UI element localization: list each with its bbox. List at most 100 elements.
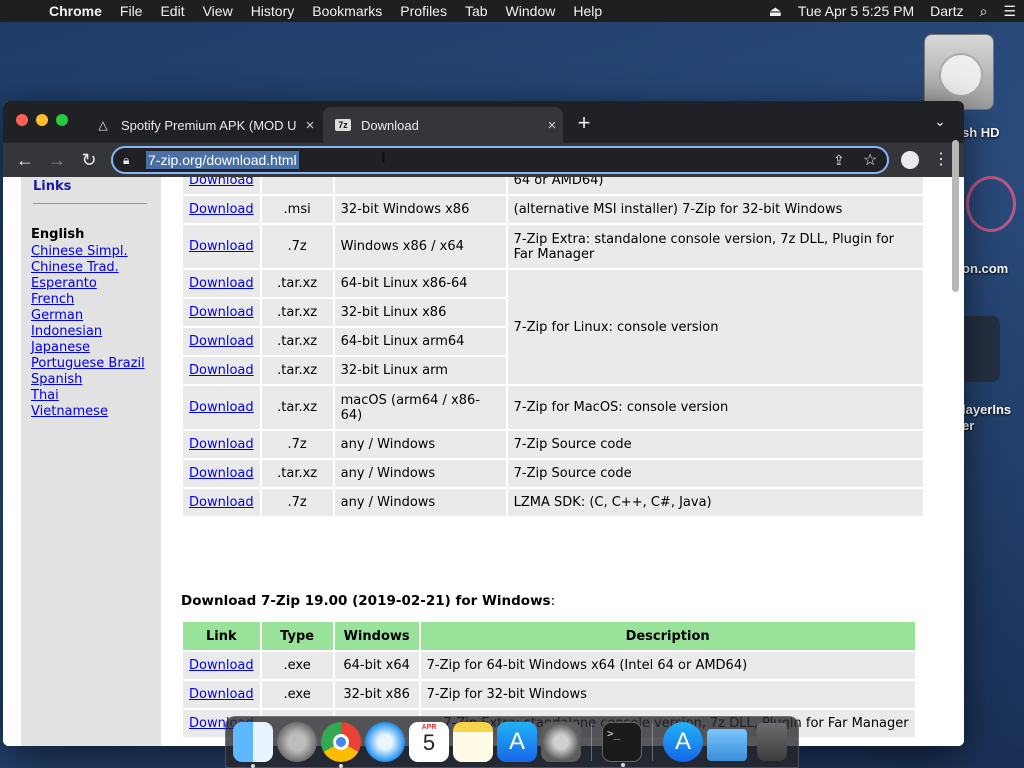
menu-app-name[interactable]: Chrome <box>40 3 111 19</box>
platform: 64-bit Linux x86-64 <box>334 270 506 297</box>
menu-profiles[interactable]: Profiles <box>391 3 456 19</box>
language-link[interactable]: Vietnamese <box>31 404 145 420</box>
language-link[interactable]: German <box>31 308 145 324</box>
language-link[interactable]: Chinese Simpl. <box>31 244 145 260</box>
language-link[interactable]: Esperanto <box>31 276 145 292</box>
download-link[interactable]: Download <box>183 270 260 297</box>
terminal-icon[interactable]: >_ <box>602 722 642 767</box>
language-link[interactable]: French <box>31 292 145 308</box>
tab-spotify[interactable]: △ Spotify Premium APK (MOD U × <box>83 107 321 143</box>
forward-button[interactable]: → <box>45 148 69 172</box>
share-icon[interactable]: ⇪ <box>833 152 845 169</box>
lock-icon[interactable]: 🔒︎ <box>123 153 137 168</box>
menu-help[interactable]: Help <box>564 3 611 19</box>
download-link[interactable]: Download <box>183 460 260 487</box>
minimize-window-button[interactable] <box>36 114 48 126</box>
language-link[interactable]: Chinese Trad. <box>31 260 145 276</box>
control-center-icon[interactable]: ☰ <box>995 3 1024 20</box>
notes-icon[interactable] <box>453 722 493 762</box>
description: 7-Zip Source code <box>507 460 923 487</box>
download-link[interactable]: Download <box>183 196 260 223</box>
back-button[interactable]: ← <box>13 148 37 172</box>
file-type: .tar.xz <box>261 299 333 326</box>
platform: any / Windows <box>334 489 506 516</box>
sidebar-links-title[interactable]: Links <box>33 179 71 194</box>
close-tab-icon[interactable]: × <box>541 117 563 134</box>
platform: any / Windows <box>334 460 506 487</box>
hard-drive-icon[interactable] <box>924 34 994 110</box>
download-link[interactable]: Download <box>183 431 260 458</box>
download-link[interactable]: Download <box>183 177 260 194</box>
tab-search-chevron-icon[interactable]: ⌄ <box>929 113 951 130</box>
language-link[interactable]: Portuguese Brazil <box>31 356 145 372</box>
bookmark-star-icon[interactable]: ☆ <box>863 150 877 170</box>
column-header-description: Description <box>420 622 915 650</box>
more-menu-icon[interactable]: ⋮ <box>933 149 949 169</box>
language-link[interactable]: Japanese <box>31 340 145 356</box>
language-link[interactable]: Indonesian <box>31 324 145 340</box>
download-link[interactable]: Download <box>183 357 260 384</box>
download-link[interactable]: Download <box>183 225 260 268</box>
section-heading: Download 7-Zip 19.00 (2019-02-21) for Wi… <box>181 593 555 609</box>
download-link[interactable]: Download <box>183 652 260 679</box>
address-bar[interactable]: 🔒︎ 7-zip.org/download.html ⇪ ☆ <box>111 146 889 174</box>
finder-icon[interactable] <box>233 722 273 768</box>
menu-file[interactable]: File <box>111 3 152 19</box>
desktop-item-label: on.com <box>962 261 1009 276</box>
file-type: .7z <box>261 225 333 268</box>
menu-view[interactable]: View <box>194 3 242 19</box>
sidebar-language-title: English <box>31 227 85 242</box>
download-link[interactable]: Download <box>183 386 260 429</box>
menu-datetime[interactable]: Tue Apr 5 5:25 PM <box>790 3 922 19</box>
maximize-window-button[interactable] <box>56 114 68 126</box>
safari-icon[interactable] <box>365 722 405 762</box>
new-tab-button[interactable]: + <box>571 111 597 137</box>
download-link[interactable]: Download <box>183 489 260 516</box>
profile-avatar-icon[interactable] <box>901 151 919 169</box>
spotlight-icon[interactable]: ⌕ <box>972 3 996 20</box>
table-row: Download .7z any / Windows 7-Zip Source … <box>183 431 923 458</box>
launchpad-icon[interactable] <box>277 722 317 762</box>
platform: 64-bit Linux arm64 <box>334 328 506 355</box>
download-link[interactable]: Download <box>183 299 260 326</box>
atom-app-icon[interactable] <box>966 176 1016 232</box>
table-row: Download .tar.xz 64-bit Linux x86-64 7-Z… <box>183 270 923 384</box>
terminal-prompt: >_ <box>607 727 621 740</box>
language-link[interactable]: Thai <box>31 388 145 404</box>
description: 7-Zip Source code <box>507 431 923 458</box>
menu-edit[interactable]: Edit <box>151 3 193 19</box>
download-link[interactable]: Download <box>183 328 260 355</box>
dock: APR 5 A >_ A <box>225 716 799 768</box>
menu-window[interactable]: Window <box>497 3 565 19</box>
browser-toolbar: ← → ↻ 🔒︎ 7-zip.org/download.html ⇪ ☆ ⋮ <box>3 143 964 177</box>
column-header-type: Type <box>261 622 333 650</box>
player-app-icon[interactable] <box>960 316 1000 382</box>
platform: 32-bit x86 <box>334 681 419 708</box>
folder-icon[interactable] <box>707 729 747 761</box>
table-row: Download .7z any / Windows LZMA SDK: (C,… <box>183 489 923 516</box>
menu-tab[interactable]: Tab <box>456 3 497 19</box>
table-row: Download 64 or AMD64) <box>183 177 923 194</box>
menu-user[interactable]: Dartz <box>922 3 971 19</box>
table-row: Download .exe 64-bit x64 7-Zip for 64-bi… <box>183 652 915 679</box>
close-window-button[interactable] <box>16 114 28 126</box>
description: 64 or AMD64) <box>507 177 923 194</box>
trash-icon[interactable] <box>757 723 787 761</box>
app-store-downloads-icon[interactable]: A <box>663 722 703 762</box>
reload-button[interactable]: ↻ <box>77 148 101 172</box>
tab-download[interactable]: 7z Download × <box>323 107 563 143</box>
language-link[interactable]: Spanish <box>31 372 145 388</box>
close-tab-icon[interactable]: × <box>299 117 321 134</box>
app-store-icon[interactable]: A <box>497 722 537 762</box>
file-type <box>261 177 333 194</box>
menu-bookmarks[interactable]: Bookmarks <box>303 3 391 19</box>
page-scrollbar[interactable] <box>952 140 959 292</box>
download-link[interactable]: Download <box>183 681 260 708</box>
chrome-icon[interactable] <box>321 722 361 768</box>
url-text[interactable]: 7-zip.org/download.html <box>146 151 299 169</box>
system-preferences-icon[interactable] <box>541 722 581 762</box>
warning-icon: △ <box>98 118 108 132</box>
calendar-icon[interactable]: APR 5 <box>409 722 449 762</box>
eject-icon[interactable]: ⏏ <box>761 3 790 20</box>
menu-history[interactable]: History <box>242 3 304 19</box>
